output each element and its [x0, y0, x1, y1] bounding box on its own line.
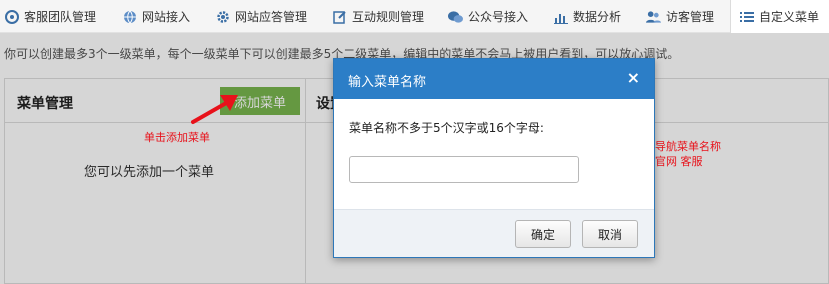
- bar-chart-icon: [553, 9, 568, 24]
- confirm-button[interactable]: 确定: [515, 220, 571, 248]
- tab-label: 数据分析: [573, 10, 622, 24]
- close-icon[interactable]: ×: [627, 69, 640, 87]
- tab-visitor-management[interactable]: 访客管理: [646, 0, 714, 33]
- dialog-footer: 确定 取消: [334, 209, 654, 257]
- tab-site-access[interactable]: 网站接入: [122, 0, 190, 33]
- dialog-body: 菜单名称不多于5个汉字或16个字母:: [334, 99, 654, 211]
- tab-label: 客服团队管理: [24, 10, 97, 24]
- tab-data-analysis[interactable]: 数据分析: [553, 0, 621, 33]
- globe-icon: [122, 9, 137, 24]
- dialog-header: 输入菜单名称 ×: [334, 59, 654, 99]
- add-hint-arrow-icon: [191, 95, 238, 124]
- dialog-title: 输入菜单名称: [348, 75, 427, 90]
- tab-label: 网站应答管理: [235, 10, 308, 24]
- cancel-button[interactable]: 取消: [582, 220, 638, 248]
- input-menu-name-dialog: 输入菜单名称 × 菜单名称不多于5个汉字或16个字母: 确定 取消: [333, 58, 655, 258]
- tab-site-response[interactable]: 网站应答管理: [215, 0, 307, 33]
- tab-label: 互动规则管理: [352, 10, 425, 24]
- edit-icon: [332, 9, 347, 24]
- team-icon: [4, 9, 19, 24]
- tab-custom-menu[interactable]: 自定义菜单: [730, 0, 829, 33]
- tab-interaction-rules[interactable]: 互动规则管理: [332, 0, 424, 33]
- tab-label: 公众号接入: [468, 10, 529, 24]
- tab-label: 自定义菜单: [759, 10, 820, 24]
- chat-bubbles-icon: [448, 9, 463, 24]
- gear-icon: [215, 9, 230, 24]
- tab-label: 网站接入: [142, 10, 191, 24]
- tab-team-management[interactable]: 客服团队管理: [4, 0, 96, 33]
- tab-label: 访客管理: [666, 10, 715, 24]
- menu-name-label: 菜单名称不多于5个汉字或16个字母:: [349, 121, 544, 135]
- users-icon: [646, 9, 661, 24]
- menu-name-input[interactable]: [349, 156, 579, 183]
- add-hint-annotation: 单击添加菜单: [144, 131, 210, 144]
- tab-official-account[interactable]: 公众号接入: [448, 0, 528, 33]
- top-tab-bar: 客服团队管理 网站接入 网站应答管理 互动规则管理 公众号接入 数据分析 访客管…: [0, 0, 829, 33]
- menu-list-icon: [739, 9, 754, 24]
